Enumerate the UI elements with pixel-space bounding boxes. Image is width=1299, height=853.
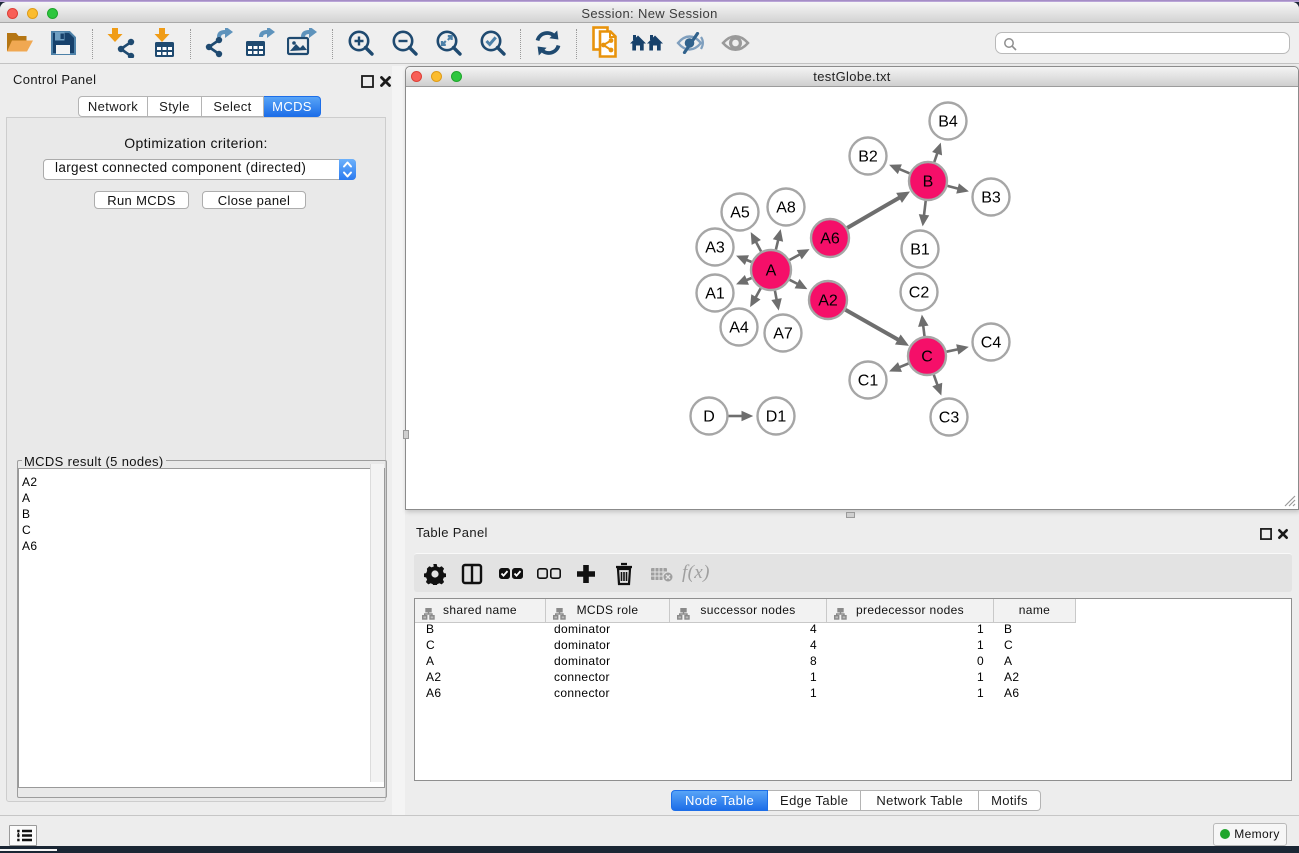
svg-text:C2: C2 <box>909 285 930 302</box>
svg-text:C: C <box>921 349 933 366</box>
svg-text:D: D <box>703 409 715 426</box>
svg-text:C4: C4 <box>981 335 1002 352</box>
svg-text:A1: A1 <box>705 286 725 303</box>
svg-text:A: A <box>766 263 777 280</box>
svg-text:B: B <box>923 174 934 191</box>
svg-text:A7: A7 <box>773 326 793 343</box>
svg-text:C3: C3 <box>939 410 960 427</box>
svg-text:A6: A6 <box>820 231 840 248</box>
svg-text:A4: A4 <box>729 320 749 337</box>
svg-text:A5: A5 <box>730 205 750 222</box>
svg-text:A8: A8 <box>776 200 796 217</box>
svg-text:B2: B2 <box>858 149 878 166</box>
svg-text:B3: B3 <box>981 190 1001 207</box>
svg-text:A2: A2 <box>818 293 838 310</box>
svg-text:B1: B1 <box>910 242 930 259</box>
svg-text:A3: A3 <box>705 240 725 257</box>
svg-text:D1: D1 <box>766 409 787 426</box>
svg-text:C1: C1 <box>858 373 879 390</box>
svg-text:B4: B4 <box>938 114 958 131</box>
